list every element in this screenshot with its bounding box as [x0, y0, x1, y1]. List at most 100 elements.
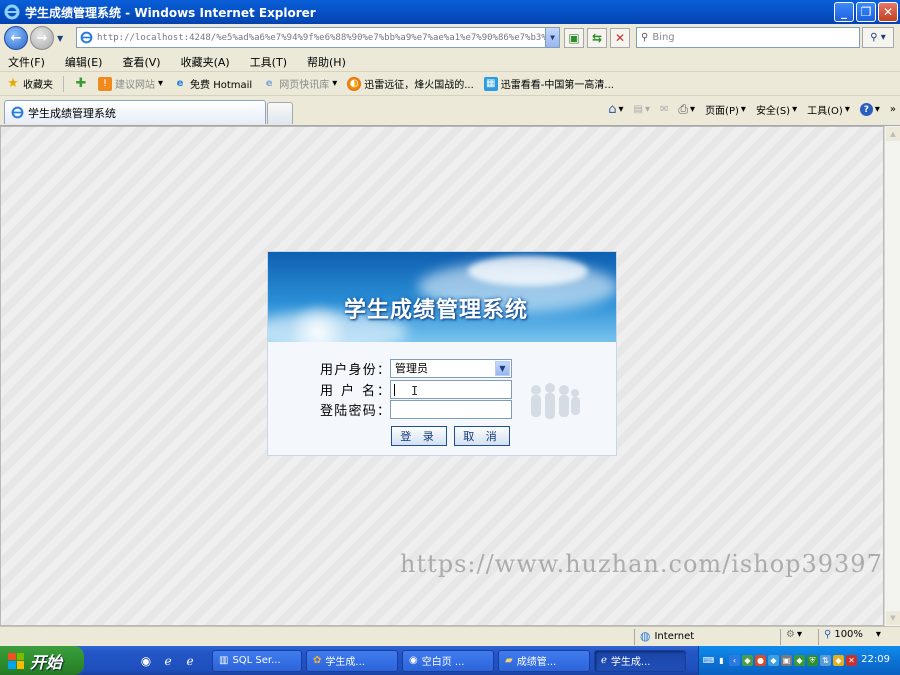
task-student-app[interactable]: ✿ 学生成...: [306, 649, 398, 672]
chevron-down-icon[interactable]: ▼: [495, 360, 510, 376]
vertical-scrollbar[interactable]: ▲ ▼: [884, 126, 900, 626]
tools-menu[interactable]: 工具(O) ▾: [807, 102, 850, 117]
cancel-button[interactable]: 取 消: [454, 426, 510, 446]
visual-studio-icon: ✿: [313, 655, 322, 666]
search-button[interactable]: ⚲ ▾: [862, 27, 894, 48]
menu-help[interactable]: 帮助(H): [307, 54, 346, 70]
add-favorite-icon[interactable]: ✚: [74, 76, 88, 91]
start-button[interactable]: 开始: [0, 646, 84, 675]
show-desktop-icon[interactable]: ◉: [138, 653, 154, 669]
favorites-bar: ★ 收藏夹 ✚ ! 建议网站 ▾ e 免费 Hotmail e 网页快讯库 ▾ …: [0, 72, 900, 96]
forward-button[interactable]: →: [30, 26, 54, 50]
compatibility-icon: ▣: [568, 31, 580, 45]
tray-app-icon[interactable]: ◆: [742, 655, 753, 666]
security-zone[interactable]: ◍ Internet: [640, 629, 694, 643]
search-placeholder: Bing: [652, 32, 675, 43]
address-bar[interactable]: http://localhost:4248/%e5%ad%a6%e7%94%9f…: [76, 27, 560, 48]
fav-xunlei-kankan[interactable]: ▦ 迅雷看看-中国第一高清...: [483, 76, 614, 91]
tray-arrow-icon[interactable]: ‹: [729, 655, 740, 666]
tray-app-icon[interactable]: ✕: [846, 655, 857, 666]
home-button[interactable]: ⌂ ▾: [608, 102, 623, 117]
tray-app-icon[interactable]: ▮: [716, 655, 727, 666]
dropdown-arrow-icon: ▾: [690, 104, 696, 115]
safety-menu-label: 安全(S): [755, 106, 791, 117]
close-button[interactable]: ✕: [878, 2, 898, 22]
tray-app-icon[interactable]: ◆: [768, 655, 779, 666]
ie-task-icon: ℯ: [601, 655, 607, 666]
network-icon[interactable]: ⇅: [820, 655, 831, 666]
keyboard-icon[interactable]: ⌨: [703, 655, 715, 666]
menu-edit[interactable]: 编辑(E): [65, 54, 103, 70]
menu-file[interactable]: 文件(F): [8, 54, 45, 70]
fav-hotmail[interactable]: e 免费 Hotmail: [173, 76, 253, 91]
read-mail-button[interactable]: ✉: [660, 104, 668, 115]
task-blank-page[interactable]: ◉ 空白页 ...: [402, 649, 494, 672]
refresh-button[interactable]: ⇆: [587, 28, 607, 48]
tray-app-icon[interactable]: ●: [755, 655, 766, 666]
system-title: 学生成绩管理系统: [344, 298, 529, 323]
shield-icon[interactable]: ⛨: [807, 655, 818, 666]
fav-xunlei-kankan-label: 迅雷看看-中国第一高清...: [500, 80, 614, 91]
minimize-button[interactable]: _: [834, 2, 854, 22]
menu-view[interactable]: 查看(V): [122, 54, 160, 70]
task-sql-server[interactable]: ▥ SQL Ser...: [212, 649, 302, 672]
refresh-icon: ⇆: [591, 31, 603, 45]
text-caret: [394, 383, 395, 396]
stop-button[interactable]: ✕: [610, 28, 630, 48]
task-grade-folder[interactable]: ▰ 成绩管...: [498, 649, 590, 672]
fav-suggested-sites[interactable]: ! 建议网站 ▾: [98, 76, 163, 91]
fav-xunlei-game-label: 迅雷远征，烽火国战的...: [364, 80, 474, 91]
stop-icon: ✕: [614, 31, 626, 45]
scroll-down-icon[interactable]: ▼: [886, 611, 900, 625]
maximize-button[interactable]: ❐: [856, 2, 876, 22]
dropdown-arrow-icon: ▾: [875, 629, 881, 640]
protected-mode-button[interactable]: ⚙ ▾: [786, 629, 802, 640]
new-tab-button[interactable]: [267, 102, 293, 124]
favorites-button[interactable]: ★ 收藏夹: [6, 76, 53, 91]
fav-web-slice-gallery[interactable]: e 网页快讯库 ▾: [262, 76, 337, 91]
zoom-control[interactable]: ⚲ 100% ▾: [824, 629, 881, 640]
sun-glow: [288, 302, 348, 342]
tab-current[interactable]: 学生成绩管理系统: [4, 100, 266, 124]
tray-app-icon[interactable]: ◆: [833, 655, 844, 666]
fav-xunlei-game[interactable]: ◐ 迅雷远征，烽火国战的...: [347, 76, 474, 91]
address-dropdown-icon[interactable]: ▼: [545, 28, 559, 47]
help-button[interactable]: ? ▾: [859, 103, 880, 116]
status-divider: [780, 629, 781, 645]
compatibility-view-button[interactable]: ▣: [564, 28, 584, 48]
page-menu[interactable]: 页面(P) ▾: [705, 102, 746, 117]
zoom-level: 100%: [834, 629, 863, 640]
role-select[interactable]: 管理员 ▼: [390, 358, 512, 378]
dropdown-arrow-icon: ▾: [844, 104, 850, 115]
toolbar-overflow-icon[interactable]: »: [890, 104, 896, 115]
globe-icon: ◍: [640, 629, 651, 643]
dropdown-arrow-icon: ▾: [158, 78, 164, 89]
feeds-button[interactable]: ▤ ▾: [634, 104, 650, 115]
help-icon: ?: [859, 103, 873, 116]
ie-quicklaunch-icon[interactable]: ℯ: [160, 653, 176, 669]
tray-app-icon[interactable]: ▣: [781, 655, 792, 666]
page-ie-icon: [80, 31, 93, 44]
username-input[interactable]: I: [390, 379, 512, 399]
scroll-up-icon[interactable]: ▲: [886, 127, 900, 141]
username-label: 用 户 名：: [320, 383, 390, 399]
login-banner: 学生成绩管理系统: [268, 252, 616, 342]
task-label: 空白页 ...: [421, 657, 465, 668]
print-button[interactable]: ⎙ ▾: [678, 102, 695, 117]
task-student-ie[interactable]: ℯ 学生成...: [594, 649, 686, 672]
safety-menu[interactable]: 安全(S) ▾: [756, 102, 797, 117]
favbar-divider: [63, 75, 64, 92]
magnifier-icon: ⚲ ▾: [870, 32, 886, 43]
password-input[interactable]: [390, 399, 512, 419]
history-dropdown-icon[interactable]: ▼: [57, 34, 63, 43]
zone-label: Internet: [654, 630, 695, 642]
back-button[interactable]: ←: [4, 26, 28, 50]
menu-tools[interactable]: 工具(T): [250, 54, 287, 70]
ie-quicklaunch-icon[interactable]: ℯ: [182, 653, 198, 669]
search-box[interactable]: ⚲ Bing: [636, 27, 860, 48]
menu-favorites[interactable]: 收藏夹(A): [181, 54, 230, 70]
colorful-swirl-icon: ◐: [347, 76, 362, 91]
tray-app-icon[interactable]: ◆: [794, 655, 805, 666]
login-button[interactable]: 登 录: [391, 426, 447, 446]
task-label: SQL Ser...: [232, 655, 281, 666]
